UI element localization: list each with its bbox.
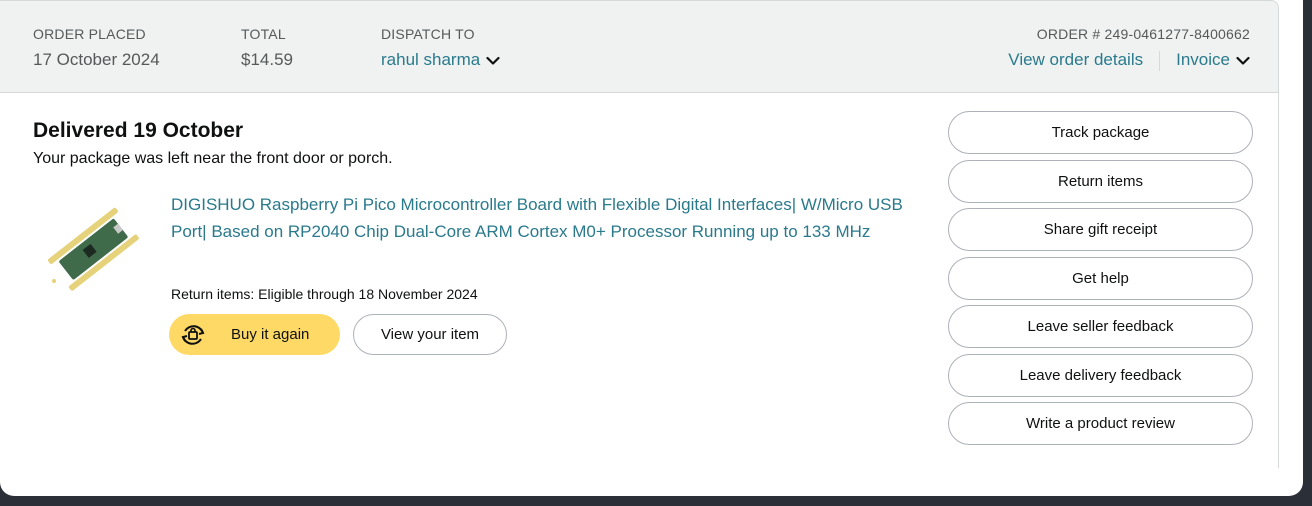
order-placed-label: ORDER PLACED — [33, 26, 146, 42]
action-label: Return items — [1057, 172, 1144, 190]
total-column: TOTAL $14.59 — [241, 25, 293, 71]
order-links: View order details Invoice — [1008, 49, 1250, 72]
view-your-item-label: View your item — [380, 326, 480, 343]
buy-it-again-label: Buy it again — [231, 326, 310, 343]
get-help-button[interactable]: Get help — [948, 256, 1253, 300]
chevron-down-icon[interactable] — [1236, 50, 1250, 72]
dispatch-label: DISPATCH TO — [381, 26, 475, 42]
order-placed-column: ORDER PLACED 17 October 2024 — [33, 25, 160, 71]
return-eligibility-note: Return items: Eligible through 18 Novemb… — [171, 286, 478, 302]
action-label: Get help — [1072, 269, 1129, 287]
leave-delivery-feedback-button[interactable]: Leave delivery feedback — [948, 353, 1253, 397]
action-label: Leave seller feedback — [1027, 318, 1174, 335]
track-package-button[interactable]: Track package — [948, 111, 1253, 154]
total-label: TOTAL — [241, 26, 286, 42]
order-number-column: ORDER # 249-0461277-8400662 View order d… — [1008, 25, 1250, 72]
product-image[interactable] — [40, 203, 150, 293]
buy-again-icon — [177, 319, 209, 351]
view-order-details-link[interactable]: View order details — [1008, 50, 1143, 69]
order-actions: Track package Return items Share gift re… — [948, 111, 1253, 451]
product-title-link[interactable]: DIGISHUO Raspberry Pi Pico Microcontroll… — [171, 191, 911, 245]
dispatch-recipient[interactable]: rahul sharma — [381, 50, 480, 69]
share-gift-receipt-button[interactable]: Share gift receipt — [948, 208, 1253, 251]
delivery-status-note: Your package was left near the front doo… — [33, 150, 393, 167]
leave-seller-feedback-button[interactable]: Leave seller feedback — [948, 305, 1253, 348]
delivery-status-title: Delivered 19 October — [33, 119, 244, 142]
view-your-item-button[interactable]: View your item — [353, 314, 507, 355]
chevron-down-icon[interactable] — [486, 50, 500, 72]
action-label: Share gift receipt — [1043, 221, 1158, 238]
action-label: Track package — [1051, 124, 1150, 141]
order-card: ORDER PLACED 17 October 2024 TOTAL $14.5… — [0, 0, 1303, 496]
order-header: ORDER PLACED 17 October 2024 TOTAL $14.5… — [0, 0, 1279, 93]
dispatch-recipient-dropdown[interactable]: rahul sharma — [381, 49, 500, 72]
return-items-button[interactable]: Return items — [948, 159, 1253, 203]
order-placed-value: 17 October 2024 — [33, 50, 160, 69]
total-value: $14.59 — [241, 50, 293, 69]
dispatch-column: DISPATCH TO rahul sharma — [381, 25, 500, 72]
shipment-section: Delivered 19 October Your package was le… — [0, 93, 1279, 468]
buy-it-again-button[interactable]: Buy it again — [169, 314, 340, 355]
action-label: Leave delivery feedback — [1019, 366, 1182, 384]
invoice-link[interactable]: Invoice — [1176, 50, 1230, 69]
write-product-review-button[interactable]: Write a product review — [948, 402, 1253, 445]
action-label: Write a product review — [1026, 415, 1175, 432]
divider — [1159, 50, 1161, 71]
order-number: ORDER # 249-0461277-8400662 — [1036, 26, 1250, 42]
